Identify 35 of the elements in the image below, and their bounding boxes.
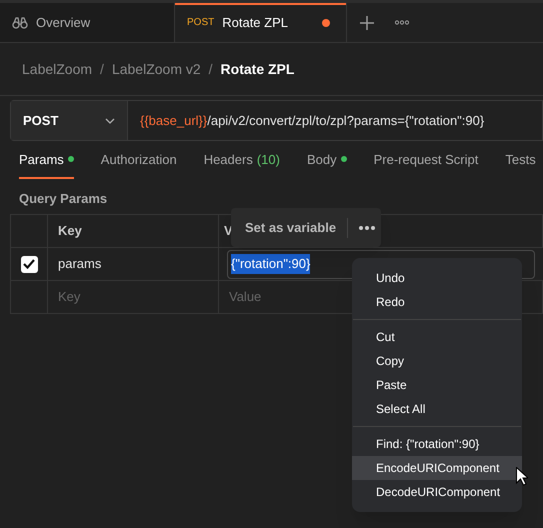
menu-item[interactable]: Find: {"rotation":90} (352, 432, 522, 456)
tab-label: Rotate ZPL (222, 14, 288, 32)
section-title: Query Params (18, 190, 108, 208)
menu-item[interactable]: Redo (352, 290, 522, 314)
breadcrumb-item[interactable]: LabelZoom v2 (112, 58, 201, 80)
tab[interactable]: Overview (0, 3, 175, 42)
tab[interactable]: POST Rotate ZPL (175, 3, 347, 42)
menu-item[interactable]: DecodeURIComponent (352, 480, 522, 504)
more-icon (395, 20, 409, 25)
tab-label: Overview (36, 14, 90, 32)
method-label: POST (187, 16, 214, 30)
column-header: Key (48, 215, 219, 247)
menu-item[interactable]: Cut (352, 325, 522, 349)
plus-icon (360, 16, 374, 30)
request-tab[interactable]: Pre-request Script (374, 150, 478, 179)
checkbox[interactable] (20, 256, 38, 272)
request-tab[interactable]: Authorization (100, 150, 177, 179)
breadcrumb-item: Rotate ZPL (220, 60, 294, 78)
request-tab[interactable]: Headers (10) (204, 150, 280, 179)
table-cell: params (48, 248, 219, 280)
breadcrumb-item[interactable]: LabelZoom (22, 58, 92, 80)
menu-item[interactable]: EncodeURIComponent (352, 456, 522, 480)
menu-item[interactable]: Paste (352, 373, 522, 397)
breadcrumb-separator: / (100, 60, 104, 78)
request-tab[interactable]: Params (19, 150, 74, 179)
more-icon (359, 226, 376, 230)
breadcrumb-separator: / (208, 60, 213, 78)
request-tab[interactable]: Tests (505, 150, 536, 179)
more-button[interactable] (359, 226, 376, 230)
menu-item[interactable]: Select All (352, 397, 522, 421)
cursor-icon (516, 467, 528, 486)
request-tab[interactable]: Body (306, 150, 347, 179)
menu-item[interactable]: Undo (352, 266, 522, 290)
menu-item[interactable]: Copy (352, 349, 522, 373)
binoculars-icon (12, 16, 28, 28)
